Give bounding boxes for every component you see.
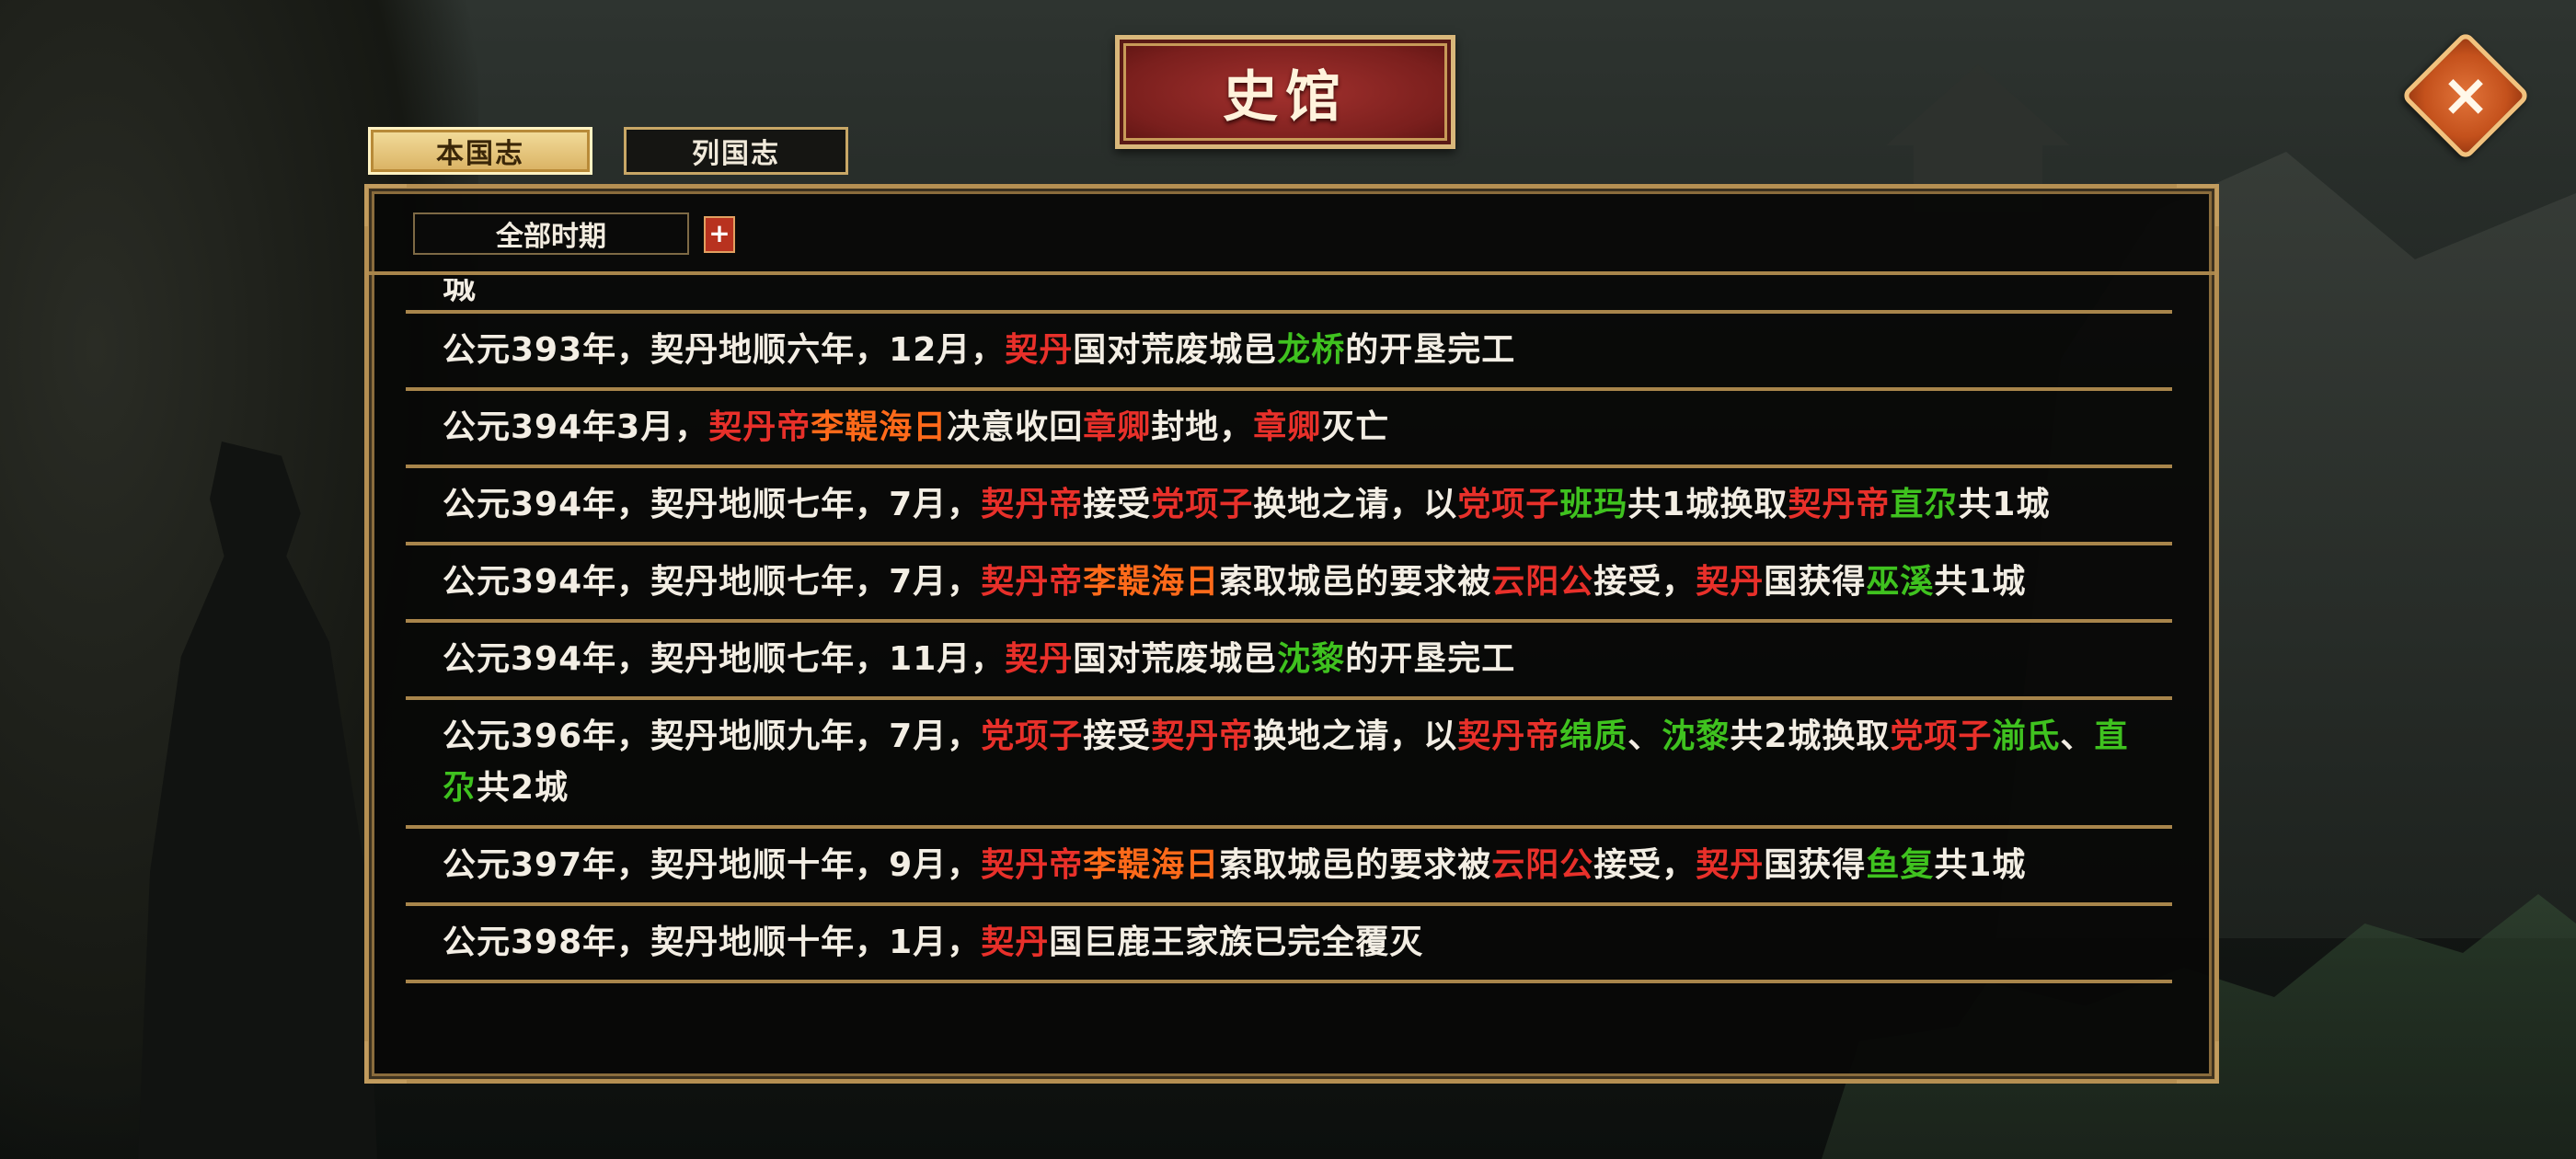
tab-all-countries[interactable]: 列国志 [624, 127, 848, 175]
entry-text: 决意收回 [947, 408, 1084, 446]
city-name: 绵质 [1559, 717, 1628, 755]
entry-text: 共2城 [477, 769, 569, 807]
entry-text: 接受 [1083, 717, 1152, 755]
history-entry: 公元396年，契丹地顺九年，7月，党项子接受契丹帝换地之请，以契丹帝绵质、沈黎共… [406, 700, 2172, 829]
entry-text: 共2城换取 [1730, 717, 1891, 755]
page-title: 史馆 [1223, 64, 1348, 130]
faction-name: 章卿 [1253, 408, 1322, 446]
faction-name: 云阳公 [1491, 846, 1594, 884]
faction-name: 契丹帝 [1151, 717, 1254, 755]
faction-name: 契丹帝 [981, 563, 1084, 601]
faction-name: 契丹帝 [708, 408, 811, 446]
entry-text: 、 [1627, 717, 1662, 755]
entry-text: 公元396年，契丹地顺九年，7月， [443, 717, 982, 755]
corner-ornament [2177, 1041, 2219, 1084]
entry-text: 共1城 [1958, 486, 2051, 523]
expand-filter-button[interactable]: + [704, 216, 735, 253]
history-list[interactable]: 城公元393年，契丹地顺六年，12月，契丹国对荒废城邑龙桥的开垦完工 公元394年… [406, 279, 2172, 1072]
period-select[interactable]: 全部时期 [413, 212, 689, 255]
history-entry: 公元394年，契丹地顺七年，7月，契丹帝李鞮海日索取城邑的要求被云阳公接受，契丹… [406, 545, 2172, 623]
faction-name: 契丹帝 [1457, 717, 1560, 755]
faction-name: 契丹帝 [981, 486, 1084, 523]
entry-text: 接受， [1593, 846, 1696, 884]
city-name: 龙桥 [1277, 331, 1346, 369]
corner-ornament [364, 1041, 407, 1084]
entry-text: 共1城 [1934, 563, 2027, 601]
city-name: 班玛 [1559, 486, 1628, 523]
city-name: 沈黎 [1277, 640, 1346, 678]
history-entry: 公元394年，契丹地顺七年，7月，契丹帝接受党项子换地之请，以党项子班玛共1城换… [406, 468, 2172, 545]
tab-own-country[interactable]: 本国志 [368, 127, 592, 175]
entry-text: 索取城邑的要求被 [1219, 563, 1492, 601]
history-entry: 公元397年，契丹地顺十年，9月，契丹帝李鞮海日索取城邑的要求被云阳公接受，契丹… [406, 829, 2172, 906]
entry-text: 、 [2060, 717, 2095, 755]
entry-text: 国对荒废城邑 [1073, 640, 1278, 678]
ruler-name: 李鞮海日 [811, 408, 948, 446]
entry-text: 公元397年，契丹地顺十年，9月， [443, 846, 982, 884]
entry-text: 换地之请，以 [1253, 486, 1458, 523]
close-x-icon: × [2441, 62, 2490, 130]
history-entry: 公元398年，契丹地顺十年，1月，契丹国巨鹿王家族已完全覆灭 [406, 906, 2172, 983]
entry-text: 灭亡 [1321, 408, 1390, 446]
city-name: 巫溪 [1866, 563, 1935, 601]
entry-text: 接受 [1083, 486, 1152, 523]
entry-text: 接受， [1593, 563, 1696, 601]
entry-text: 公元393年，契丹地顺六年，12月， [443, 331, 1006, 369]
city-name: 直尕 [1890, 486, 1959, 523]
entry-text: 换地之请，以 [1253, 717, 1458, 755]
entry-text: 国巨鹿王家族已完全覆灭 [1049, 924, 1424, 961]
faction-name: 章卿 [1083, 408, 1152, 446]
faction-name: 党项子 [981, 717, 1084, 755]
entry-text: 共1城换取 [1627, 486, 1788, 523]
entry-text: 的开垦完工 [1345, 331, 1516, 369]
entry-text: 公元394年，契丹地顺七年，7月， [443, 563, 982, 601]
entry-text: 国获得 [1764, 846, 1867, 884]
entry-text: 公元394年，契丹地顺七年，7月， [443, 486, 982, 523]
entry-text: 索取城邑的要求被 [1219, 846, 1492, 884]
entry-text: 封地， [1151, 408, 1254, 446]
faction-name: 契丹帝 [981, 846, 1084, 884]
faction-name: 云阳公 [1491, 563, 1594, 601]
city-name: 沈黎 [1662, 717, 1731, 755]
history-panel: 全部时期 + 城公元393年，契丹地顺六年，12月，契丹国对荒废城邑龙桥的开垦完… [364, 184, 2219, 1084]
faction-name: 契丹 [1005, 331, 1074, 369]
entry-text: 公元394年，契丹地顺七年，11月， [443, 640, 1006, 678]
faction-name: 契丹 [1696, 563, 1765, 601]
history-entry: 公元393年，契丹地顺六年，12月，契丹国对荒废城邑龙桥的开垦完工 [406, 314, 2172, 391]
faction-name: 契丹帝 [1788, 486, 1891, 523]
faction-name: 契丹 [1005, 640, 1074, 678]
entry-text: 城 [443, 279, 477, 306]
faction-name: 党项子 [1151, 486, 1254, 523]
ruler-name: 李鞮海日 [1083, 846, 1220, 884]
filter-bar: 全部时期 + [369, 189, 2214, 275]
entry-text: 的开垦完工 [1345, 640, 1516, 678]
history-entry: 公元394年3月，契丹帝李鞮海日决意收回章卿封地，章卿灭亡 [406, 391, 2172, 468]
history-entry: 城 [406, 279, 2172, 314]
entry-text: 国获得 [1764, 563, 1867, 601]
faction-name: 契丹 [981, 924, 1050, 961]
faction-name: 党项子 [1457, 486, 1560, 523]
entry-text: 公元398年，契丹地顺十年，1月， [443, 924, 982, 961]
faction-name: 契丹 [1696, 846, 1765, 884]
city-name: 湔氐 [1992, 717, 2061, 755]
entry-text: 公元394年3月， [443, 408, 709, 446]
faction-name: 党项子 [1890, 717, 1993, 755]
title-plate: 史馆 [1115, 35, 1455, 149]
history-entry: 公元394年，契丹地顺七年，11月，契丹国对荒废城邑沈黎的开垦完工 [406, 623, 2172, 700]
city-name: 鱼复 [1866, 846, 1935, 884]
entry-text: 共1城 [1934, 846, 2027, 884]
entry-text: 国对荒废城邑 [1073, 331, 1278, 369]
ruler-name: 李鞮海日 [1083, 563, 1220, 601]
